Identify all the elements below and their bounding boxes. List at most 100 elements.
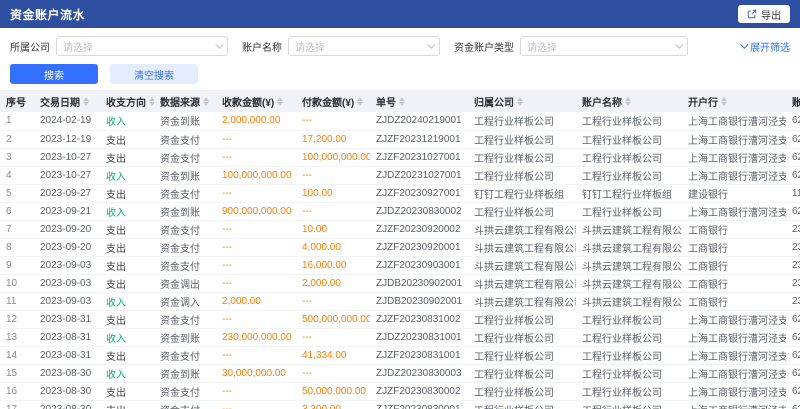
sort-icon[interactable] — [721, 97, 727, 106]
cell-direction: 收入 — [100, 112, 154, 130]
column-header-company[interactable]: 归属公司 — [468, 91, 576, 112]
cell-direction: 支出 — [100, 346, 154, 364]
account-type-select[interactable]: 请选择 — [520, 36, 688, 56]
cell-bank: 上海工商银行漕河泾支行 — [682, 382, 786, 400]
cell-receive: --- — [216, 310, 296, 328]
cell-direction: 支出 — [100, 238, 154, 256]
cell-receive: 30,000,000.00 — [216, 364, 296, 382]
sort-icon[interactable] — [149, 97, 154, 106]
filter-field-account-type: 资金账户类型 请选择 — [454, 36, 688, 56]
column-header-direction[interactable]: 收支方向 — [100, 91, 154, 112]
cell-company: 斗拱云建筑工程有限公司 — [468, 256, 576, 274]
clear-search-button[interactable]: 清空搜索 — [110, 64, 198, 84]
cell-direction: 支出 — [100, 184, 154, 202]
cell-pay: 3,300.00 — [296, 400, 370, 409]
cell-no: 16 — [0, 382, 34, 400]
cell-account: 工程行业样板公司 — [576, 382, 682, 400]
search-button[interactable]: 搜索 — [10, 64, 98, 84]
column-header-pay[interactable]: 付款金额(¥) — [296, 91, 370, 112]
cell-company: 工程行业样板公司 — [468, 130, 576, 148]
column-header-bank[interactable]: 开户行 — [682, 91, 786, 112]
sort-icon[interactable] — [277, 97, 283, 106]
column-header-receive[interactable]: 收款金额(¥) — [216, 91, 296, 112]
cell-source: 资金支付 — [154, 256, 216, 274]
cell-company: 工程行业样板公司 — [468, 310, 576, 328]
cell-date: 2023-09-20 — [34, 220, 100, 238]
column-label: 序号 — [6, 94, 26, 109]
chevron-down-icon — [215, 40, 223, 48]
cell-company: 斗拱云建筑工程有限公司 — [468, 274, 576, 292]
cell-direction: 支出 — [100, 220, 154, 238]
cell-pay: --- — [296, 112, 370, 130]
cell-date: 2024-02-19 — [34, 112, 100, 130]
flow-table-container: 序号交易日期收支方向数据来源收款金额(¥)付款金额(¥)单号归属公司账户名称开户… — [0, 91, 800, 409]
cell-source: 资金到账 — [154, 202, 216, 220]
table-row: 72023-09-20支出资金支付---10.00ZJZF20230920002… — [0, 220, 800, 238]
cell-date: 2023-10-27 — [34, 166, 100, 184]
cell-receive: 2,000,000.00 — [216, 112, 296, 130]
column-label: 收支方向 — [106, 94, 146, 109]
cell-order: ZJZF20230920001 — [370, 238, 468, 256]
table-row: 42023-10-27收入资金到账100,000,000.00---ZJDZ20… — [0, 166, 800, 184]
cell-number: 622230111 — [786, 148, 800, 166]
cell-number: 622230111 — [786, 202, 800, 220]
export-button[interactable]: 导出 — [738, 5, 790, 23]
sort-icon[interactable] — [83, 97, 89, 106]
cell-receive: --- — [216, 130, 296, 148]
table-row: 122023-08-31支出资金支付---500,000,000.00ZJZF2… — [0, 310, 800, 328]
column-header-source[interactable]: 数据来源 — [154, 91, 216, 112]
company-filter-label: 所属公司 — [10, 39, 50, 54]
cell-number: 622230111 — [786, 112, 800, 130]
chevron-down-icon — [740, 40, 748, 48]
cell-no: 15 — [0, 364, 34, 382]
column-header-account[interactable]: 账户名称 — [576, 91, 682, 112]
cell-no: 7 — [0, 220, 34, 238]
cell-number: 233294891 — [786, 256, 800, 274]
cell-company: 工程行业样板公司 — [468, 346, 576, 364]
cell-number: 622230111 — [786, 364, 800, 382]
sort-icon[interactable] — [399, 97, 405, 106]
filter-field-account-name: 账户名称 请选择 — [242, 36, 440, 56]
sort-icon[interactable] — [625, 97, 631, 106]
filter-field-company: 所属公司 请选择 — [10, 36, 228, 56]
sort-icon[interactable] — [357, 97, 363, 106]
cell-account: 工程行业样板公司 — [576, 130, 682, 148]
cell-no: 12 — [0, 310, 34, 328]
column-header-number[interactable]: 账号 — [786, 91, 800, 112]
cell-source: 资金支付 — [154, 148, 216, 166]
cell-date: 2023-08-31 — [34, 328, 100, 346]
cell-account: 工程行业样板公司 — [576, 112, 682, 130]
cell-order: ZJDB20230902001 — [370, 274, 468, 292]
cell-source: 资金支付 — [154, 346, 216, 364]
cell-date: 2023-08-30 — [34, 382, 100, 400]
cell-bank: 工商银行 — [682, 256, 786, 274]
sort-icon[interactable] — [517, 97, 523, 106]
sort-icon[interactable] — [203, 97, 209, 106]
cell-date: 2023-08-30 — [34, 364, 100, 382]
cell-direction: 支出 — [100, 310, 154, 328]
cell-bank: 上海工商银行漕河泾支行 — [682, 328, 786, 346]
cell-account: 斗拱云建筑工程有限公司 — [576, 274, 682, 292]
cell-number: 233294891 — [786, 292, 800, 310]
cell-order: ZJDZ20230830003 — [370, 364, 468, 382]
filter-panel: 所属公司 请选择 账户名称 请选择 资金账户类型 请选择 — [0, 28, 800, 91]
account-name-select[interactable]: 请选择 — [288, 36, 440, 56]
cell-source: 资金支付 — [154, 400, 216, 409]
company-select-placeholder: 请选择 — [63, 39, 93, 54]
cell-bank: 工商银行 — [682, 274, 786, 292]
cell-number: 233294891 — [786, 274, 800, 292]
column-header-date[interactable]: 交易日期 — [34, 91, 100, 112]
company-select[interactable]: 请选择 — [56, 36, 228, 56]
cell-no: 5 — [0, 184, 34, 202]
expand-filters-link[interactable]: 展开筛选 — [740, 39, 790, 54]
column-header-order[interactable]: 单号 — [370, 91, 468, 112]
cell-account: 工程行业样板公司 — [576, 328, 682, 346]
cell-company: 工程行业样板公司 — [468, 112, 576, 130]
cell-date: 2023-09-20 — [34, 238, 100, 256]
cell-bank: 工商银行 — [682, 292, 786, 310]
table-head: 序号交易日期收支方向数据来源收款金额(¥)付款金额(¥)单号归属公司账户名称开户… — [0, 91, 800, 112]
cell-pay: --- — [296, 166, 370, 184]
account-name-select-placeholder: 请选择 — [295, 39, 325, 54]
cell-source: 资金支付 — [154, 310, 216, 328]
table-row: 172023-08-30支出资金支付---3,300.00ZJZF2023083… — [0, 400, 800, 409]
